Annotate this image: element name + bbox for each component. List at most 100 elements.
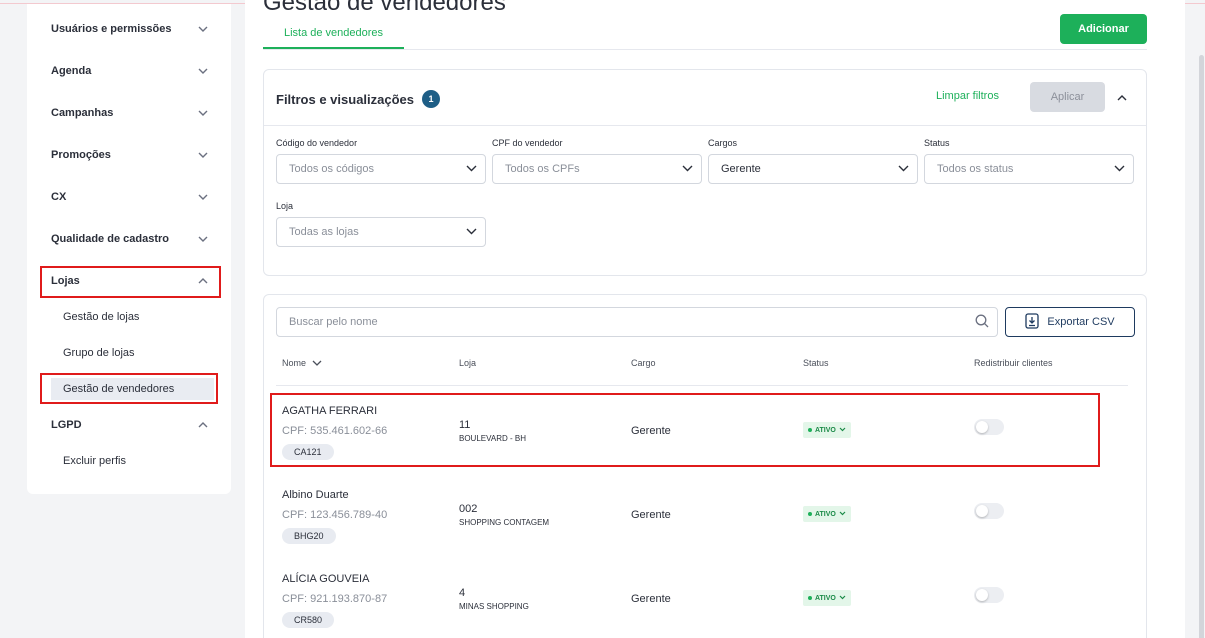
status-dot-icon: [808, 596, 812, 600]
chevron-down-icon: [466, 163, 477, 175]
status-label: ATIVO: [815, 510, 836, 518]
vendedor-cpf: CPF: 921.193.870-87: [282, 593, 388, 605]
redistribuir-toggle[interactable]: [974, 587, 1004, 603]
select-value: Todos os CPFs: [505, 163, 580, 175]
select-cpf-vendedor[interactable]: Todos os CPFs: [492, 154, 702, 184]
vendedor-cpf: CPF: 123.456.789-40: [282, 509, 388, 521]
sidebar-item-label: Promoções: [51, 149, 111, 161]
filter-label-loja: Loja: [276, 201, 294, 211]
chevron-down-icon: [682, 163, 693, 175]
select-status[interactable]: Todos os status: [924, 154, 1134, 184]
loja-name: SHOPPING CONTAGEM: [459, 518, 550, 527]
chevron-down-icon: [195, 105, 211, 121]
chevron-down-icon: [195, 147, 211, 163]
sidebar-item-label: CX: [51, 191, 67, 203]
column-header-redistribuir: Redistribuir clientes: [974, 358, 1053, 368]
add-button[interactable]: Adicionar: [1060, 14, 1147, 44]
filters-panel: Filtros e visualizações 1 Limpar filtros…: [263, 69, 1147, 276]
sidebar-item-promocoes[interactable]: Promoções: [51, 145, 211, 165]
status-badge[interactable]: ATIVO: [803, 590, 851, 606]
sidebar-item-usuarios[interactable]: Usuários e permissões: [51, 19, 211, 39]
highlight-box-gestao-vendedores: [40, 373, 218, 404]
chevron-down-icon: [839, 595, 846, 602]
sidebar-item-lgpd[interactable]: LGPD: [51, 415, 211, 435]
search-placeholder: Buscar pelo nome: [289, 316, 378, 328]
filter-label-status: Status: [924, 138, 950, 148]
chevron-down-icon: [898, 163, 909, 175]
vendedor-cargo: Gerente: [631, 593, 671, 605]
select-codigo-vendedor[interactable]: Todos os códigos: [276, 154, 486, 184]
sidebar-item-cx[interactable]: CX: [51, 187, 211, 207]
search-input[interactable]: Buscar pelo nome: [276, 307, 998, 337]
filter-label-cpf: CPF do vendedor: [492, 138, 563, 148]
loja-number: 4: [459, 587, 466, 599]
select-value: Todos os status: [937, 163, 1014, 175]
export-csv-button[interactable]: Exportar CSV: [1005, 307, 1135, 337]
chevron-down-icon: [466, 226, 477, 238]
status-label: ATIVO: [815, 594, 836, 602]
filter-label-cargos: Cargos: [708, 138, 738, 148]
sidebar-subitem-grupo-lojas[interactable]: Grupo de lojas: [63, 347, 135, 359]
highlight-box-row-agatha: [270, 393, 1100, 467]
select-cargos[interactable]: Gerente: [708, 154, 918, 184]
column-header-label: Nome: [282, 358, 307, 368]
column-header-cargo: Cargo: [631, 358, 656, 368]
chevron-down-icon: [1114, 163, 1125, 175]
main-content: Gestão de vendedores Lista de vendedores…: [245, 0, 1185, 638]
status-dot-icon: [808, 512, 812, 516]
tabs-divider: [263, 49, 1147, 50]
chevron-up-icon: [195, 417, 211, 433]
loja-number: 002: [459, 503, 478, 515]
chevron-down-icon: [839, 511, 846, 518]
chevron-down-icon: [195, 231, 211, 247]
sidebar: Usuários e permissões Agenda Campanhas P…: [27, 4, 231, 494]
sidebar-subitem-excluir-perfis[interactable]: Excluir perfis: [63, 455, 126, 467]
header-divider: [276, 385, 1128, 386]
column-header-loja: Loja: [459, 358, 477, 368]
sidebar-item-label: Qualidade de cadastro: [51, 233, 169, 245]
filter-count-badge: 1: [422, 90, 441, 108]
search-icon[interactable]: [975, 314, 989, 331]
column-header-status: Status: [803, 358, 829, 368]
page-scrollbar[interactable]: [1199, 55, 1204, 638]
filters-header: Filtros e visualizações 1: [276, 90, 441, 108]
export-csv-label: Exportar CSV: [1047, 316, 1115, 328]
highlight-box-lojas: [40, 266, 221, 298]
vendedor-code-tag: BHG20: [282, 528, 336, 544]
chevron-down-icon: [195, 63, 211, 79]
clear-filters-link[interactable]: Limpar filtros: [936, 90, 999, 102]
sidebar-item-agenda[interactable]: Agenda: [51, 61, 211, 81]
toggle-knob: [976, 505, 988, 517]
chevron-up-icon[interactable]: [1117, 88, 1127, 106]
table-row[interactable]: ALÍCIA GOUVEIA CPF: 921.193.870-87 CR580…: [264, 564, 1148, 638]
toggle-knob: [976, 589, 988, 601]
select-value: Gerente: [721, 163, 761, 175]
filters-divider: [264, 125, 1146, 126]
vendedor-cargo: Gerente: [631, 509, 671, 521]
filter-label-codigo: Código do vendedor: [276, 138, 358, 148]
sidebar-item-label: Campanhas: [51, 107, 114, 119]
vendedores-list-panel: Buscar pelo nome Exportar CSV Nome Loja …: [263, 294, 1147, 638]
download-icon: [1025, 312, 1040, 332]
vendedor-code-tag: CR580: [282, 612, 335, 628]
select-loja[interactable]: Todas as lojas: [276, 217, 486, 247]
sidebar-subitem-gestao-lojas[interactable]: Gestão de lojas: [63, 311, 139, 323]
chevron-down-icon: [195, 189, 211, 205]
chevron-down-icon: [195, 21, 211, 37]
apply-button[interactable]: Aplicar: [1030, 82, 1105, 112]
sort-chevron-icon: [312, 358, 322, 368]
page-title: Gestão de vendedores: [263, 0, 506, 16]
sidebar-item-label: Agenda: [51, 65, 92, 77]
redistribuir-toggle[interactable]: [974, 503, 1004, 519]
table-row[interactable]: Albino Duarte CPF: 123.456.789-40 BHG20 …: [264, 480, 1148, 564]
sidebar-item-campanhas[interactable]: Campanhas: [51, 103, 211, 123]
column-header-nome[interactable]: Nome: [282, 358, 322, 368]
sidebar-item-label: LGPD: [51, 419, 82, 431]
vendedor-name: ALÍCIA GOUVEIA: [282, 573, 370, 585]
sidebar-item-label: Usuários e permissões: [51, 23, 172, 35]
vendedor-name: Albino Duarte: [282, 489, 349, 501]
status-badge[interactable]: ATIVO: [803, 506, 851, 522]
filters-title: Filtros e visualizações: [276, 91, 415, 107]
sidebar-item-qualidade[interactable]: Qualidade de cadastro: [51, 229, 211, 249]
tab-lista-vendedores[interactable]: Lista de vendedores: [263, 27, 404, 39]
